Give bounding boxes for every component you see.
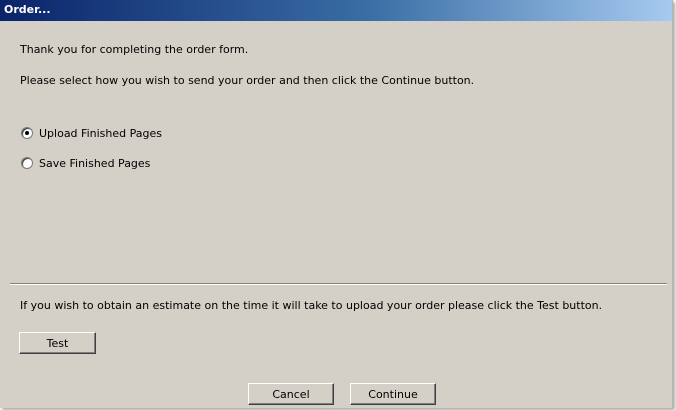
upload-radio-button[interactable] [21, 127, 33, 139]
estimate-text: If you wish to obtain an estimate on the… [20, 299, 603, 312]
thank-you-text: Thank you for completing the order form. [20, 43, 249, 56]
instruction-text: Please select how you wish to send your … [20, 74, 475, 87]
continue-button[interactable]: Continue [350, 383, 436, 405]
test-button[interactable]: Test [19, 332, 96, 354]
separator-line [10, 283, 667, 285]
save-finished-pages-option[interactable]: Save Finished Pages [21, 155, 150, 171]
save-option-label[interactable]: Save Finished Pages [39, 157, 150, 170]
cancel-button[interactable]: Cancel [248, 383, 334, 405]
upload-option-label[interactable]: Upload Finished Pages [39, 127, 162, 140]
save-radio-button[interactable] [21, 157, 33, 169]
title-bar[interactable]: Order... [0, 0, 672, 21]
window-title: Order... [4, 3, 51, 16]
upload-finished-pages-option[interactable]: Upload Finished Pages [21, 125, 162, 141]
order-dialog: Order... Thank you for completing the or… [0, 0, 673, 408]
